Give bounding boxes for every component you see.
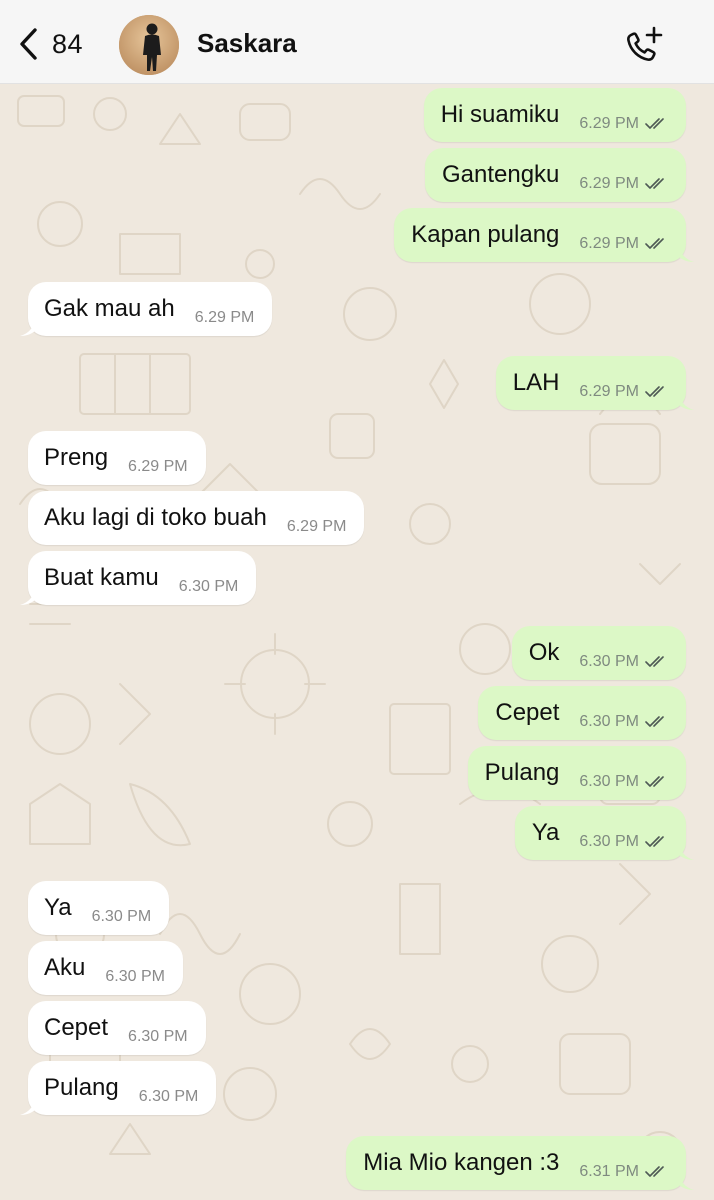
message-time: 6.31 PM — [579, 1163, 639, 1180]
outgoing-message[interactable]: Hi suamiku 6.29 PM — [423, 88, 686, 142]
message-meta: 6.31 PM — [579, 1163, 669, 1181]
message-text: Ya — [531, 819, 560, 846]
message-text: Gantengku — [441, 161, 560, 188]
bubble-tail — [20, 316, 36, 336]
message-time: 6.30 PM — [579, 653, 639, 670]
chat-header: 84 Saskara — [0, 0, 714, 84]
unread-count: 84 — [52, 28, 84, 59]
message-meta: 6.30 PM — [579, 713, 669, 731]
message-time: 6.30 PM — [178, 578, 239, 595]
message-time: 6.29 PM — [286, 518, 347, 535]
message-time: 6.30 PM — [91, 908, 152, 925]
message-meta: 6.29 PM — [579, 175, 669, 193]
message-time: 6.30 PM — [105, 968, 165, 985]
message-text: Cepet — [495, 699, 560, 726]
message-text: Pulang — [44, 1074, 119, 1101]
incoming-message[interactable]: Aku 6.30 PM — [28, 941, 183, 995]
message-meta: 6.30 PM — [579, 773, 669, 791]
message-meta: 6.29 PM — [579, 115, 669, 133]
read-receipt-icon — [645, 178, 664, 189]
read-receipt-icon — [645, 836, 664, 847]
read-receipt-icon — [645, 716, 664, 727]
message-text: Hi suamiku — [440, 101, 560, 128]
message-time: 6.29 PM — [579, 115, 639, 132]
message-time: 6.29 PM — [579, 175, 639, 192]
bubble-tail — [678, 840, 694, 860]
message-text: LAH — [512, 369, 560, 396]
message-meta: 6.30 PM — [128, 1028, 188, 1046]
incoming-message[interactable]: Buat kamu 6.30 PM — [20, 551, 257, 605]
incoming-message[interactable]: Pulang 6.30 PM — [20, 1061, 217, 1115]
message-time: 6.30 PM — [579, 773, 639, 790]
message-text: Kapan pulang — [411, 221, 560, 248]
message-time: 6.29 PM — [128, 458, 188, 475]
read-receipt-icon — [645, 118, 664, 129]
read-receipt-icon — [645, 386, 664, 397]
bubble-tail — [678, 390, 694, 410]
message-time: 6.30 PM — [128, 1028, 188, 1045]
avatar-image — [119, 15, 179, 75]
avatar[interactable] — [119, 15, 179, 75]
message-time: 6.29 PM — [579, 235, 639, 252]
message-time: 6.29 PM — [579, 383, 639, 400]
message-text: Gak mau ah — [44, 295, 175, 322]
incoming-message[interactable]: Gak mau ah 6.29 PM — [20, 282, 273, 336]
chevron-left-icon — [20, 28, 37, 60]
outgoing-message[interactable]: Mia Mio kangen :3 6.31 PM — [346, 1136, 694, 1190]
message-text: Mia Mio kangen :3 — [363, 1149, 560, 1176]
outgoing-message[interactable]: Gantengku 6.29 PM — [424, 148, 686, 202]
outgoing-message[interactable]: Ok 6.30 PM — [511, 626, 686, 680]
message-text: Preng — [44, 444, 109, 471]
message-meta: 6.30 PM — [579, 653, 669, 671]
message-time: 6.29 PM — [194, 309, 255, 326]
bubble-tail — [20, 585, 36, 605]
read-receipt-icon — [645, 776, 664, 787]
read-receipt-icon — [645, 238, 664, 249]
back-button[interactable]: 84 — [18, 24, 83, 64]
message-text: Pulang — [484, 759, 560, 786]
message-meta: 6.29 PM — [579, 383, 669, 401]
message-meta: 6.30 PM — [105, 968, 165, 986]
message-time: 6.30 PM — [579, 713, 639, 730]
chat-area[interactable]: Hi suamiku 6.29 PM Gantengku 6.29 PM Kapan p… — [0, 84, 714, 1200]
message-meta: 6.30 PM — [179, 578, 239, 596]
read-receipt-icon — [645, 656, 664, 667]
message-meta: 6.30 PM — [139, 1088, 199, 1106]
read-receipt-icon — [645, 1166, 664, 1177]
outgoing-message[interactable]: LAH 6.29 PM — [495, 356, 694, 410]
bubble-tail — [20, 1095, 36, 1115]
message-text: Ok — [528, 639, 560, 666]
message-meta: 6.29 PM — [287, 518, 347, 536]
add-call-button[interactable] — [622, 25, 666, 67]
message-text: Aku — [44, 954, 86, 981]
message-text: Buat kamu — [44, 564, 159, 591]
message-meta: 6.29 PM — [128, 458, 188, 476]
outgoing-message[interactable]: Kapan pulang 6.29 PM — [394, 208, 694, 262]
message-text: Ya — [44, 894, 72, 921]
message-meta: 6.29 PM — [579, 235, 669, 253]
incoming-message[interactable]: Cepet 6.30 PM — [28, 1001, 206, 1055]
bubble-tail — [678, 242, 694, 262]
incoming-message[interactable]: Ya 6.30 PM — [28, 881, 170, 935]
bubble-tail — [678, 1170, 694, 1190]
outgoing-message[interactable]: Cepet 6.30 PM — [478, 686, 686, 740]
message-time: 6.30 PM — [138, 1088, 199, 1105]
contact-name[interactable]: Saskara — [197, 28, 297, 59]
message-time: 6.30 PM — [579, 833, 639, 850]
message-meta: 6.29 PM — [195, 309, 255, 327]
message-text: Cepet — [44, 1014, 109, 1041]
message-text: Aku lagi di toko buah — [44, 504, 267, 531]
phone-add-icon — [627, 26, 663, 61]
outgoing-message[interactable]: Pulang 6.30 PM — [467, 746, 686, 800]
message-meta: 6.30 PM — [92, 908, 152, 926]
incoming-message[interactable]: Aku lagi di toko buah 6.29 PM — [28, 491, 365, 545]
message-meta: 6.30 PM — [579, 833, 669, 851]
incoming-message[interactable]: Preng 6.29 PM — [28, 431, 206, 485]
outgoing-message[interactable]: Ya 6.30 PM — [514, 806, 694, 860]
